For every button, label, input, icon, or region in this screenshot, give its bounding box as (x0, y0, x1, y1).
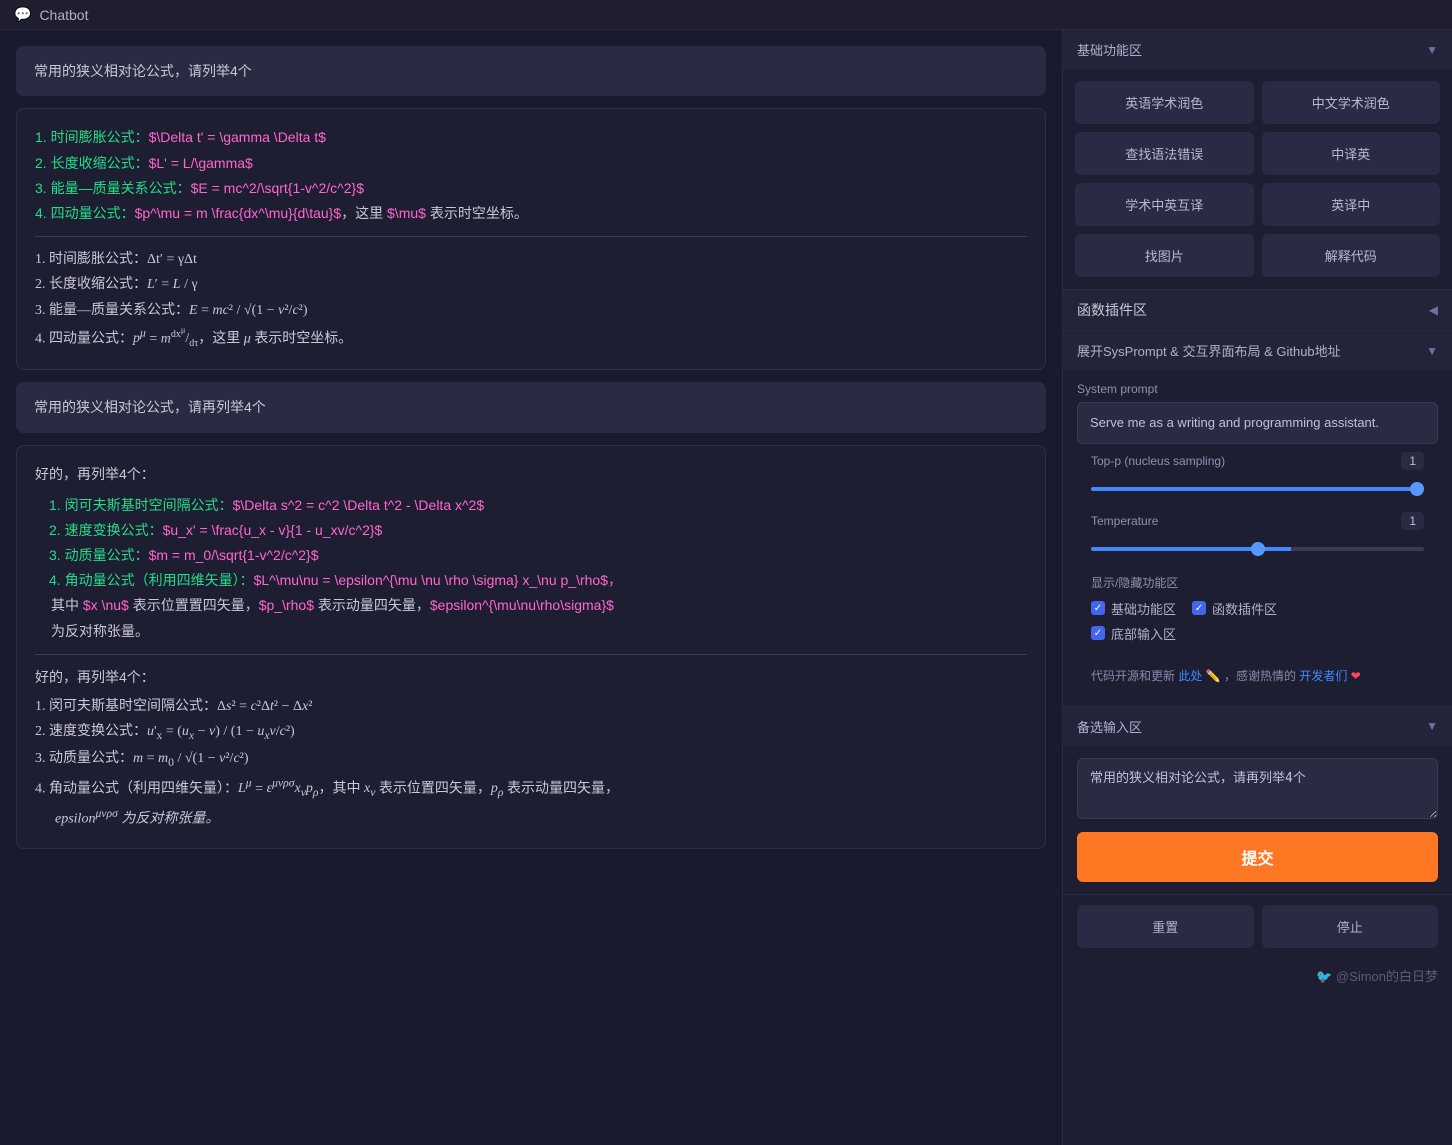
temperature-label: Temperature (1091, 514, 1158, 528)
temperature-slider[interactable] (1091, 547, 1424, 551)
top-p-value: 1 (1401, 452, 1424, 470)
basic-functions-arrow: ▼ (1426, 43, 1438, 57)
btn-en-to-cn[interactable]: 英译中 (1262, 183, 1441, 226)
basic-functions-title: 基础功能区 (1077, 40, 1142, 59)
btn-english-polish[interactable]: 英语学术润色 (1075, 81, 1254, 124)
sysprompt-section: 展开SysPrompt & 交互界面布局 & Github地址 ▼ System… (1063, 331, 1452, 707)
watermark: 🐦 @Simon的白日梦 (1063, 958, 1452, 993)
alt-input-textarea[interactable]: 常用的狭义相对论公式，请再列举4个 (1077, 758, 1438, 819)
alt-input-arrow: ▼ (1426, 719, 1438, 733)
visibility-label: 显示/隐藏功能区 (1091, 574, 1424, 591)
toggle-plugin[interactable]: ✓ 函数插件区 (1192, 599, 1277, 618)
btn-academic-translate[interactable]: 学术中英互译 (1075, 183, 1254, 226)
submit-button[interactable]: 提交 (1077, 832, 1438, 882)
toggle-basic[interactable]: ✓ 基础功能区 (1091, 599, 1176, 618)
main-layout: 常用的狭义相对论公式，请列举4个 1. 时间膨胀公式：$\Delta t' = … (0, 30, 1452, 1145)
footer-devs-link[interactable]: 开发者们 (1299, 669, 1347, 683)
checkbox-bottom-input[interactable]: ✓ (1091, 626, 1105, 640)
sysprompt-content: System prompt Serve me as a writing and … (1063, 370, 1452, 706)
plugin-arrow: ◀ (1429, 303, 1438, 317)
sysprompt-arrow: ▼ (1426, 344, 1438, 358)
sidebar: 基础功能区 ▼ 英语学术润色 中文学术润色 查找语法错误 中译英 学术中英互译 … (1062, 30, 1452, 1145)
sysprompt-header-title: 展开SysPrompt & 交互界面布局 & Github地址 (1077, 341, 1341, 360)
btn-cn-to-en[interactable]: 中译英 (1262, 132, 1441, 175)
plugin-functions-section: 函数插件区 ◀ (1063, 290, 1452, 331)
chatbot-icon: 💬 (14, 6, 31, 23)
footer-text1: 代码开源和更新 (1091, 669, 1175, 683)
stop-button[interactable]: 停止 (1262, 905, 1439, 948)
footer-text2: ，感谢热情的 (1224, 669, 1296, 683)
temperature-row: Temperature 1 (1077, 504, 1438, 534)
alt-input-title: 备选输入区 (1077, 717, 1142, 736)
top-p-label: Top-p (nucleus sampling) (1091, 454, 1225, 468)
alt-input-header[interactable]: 备选输入区 ▼ (1063, 707, 1452, 746)
plugin-functions-header[interactable]: 函数插件区 ◀ (1063, 290, 1452, 330)
reset-button[interactable]: 重置 (1077, 905, 1254, 948)
top-p-slider[interactable] (1091, 487, 1424, 491)
heart-icon: ❤ (1351, 669, 1361, 683)
basic-functions-section: 基础功能区 ▼ 英语学术润色 中文学术润色 查找语法错误 中译英 学术中英互译 … (1063, 30, 1452, 290)
assistant-message-1: 1. 时间膨胀公式：$\Delta t' = \gamma \Delta t$ … (16, 108, 1046, 370)
assistant-message-2: 好的，再列举4个： 1. 闵可夫斯基时空间隔公式：$\Delta s^2 = c… (16, 445, 1046, 850)
visibility-section: 显示/隐藏功能区 ✓ 基础功能区 ✓ 函数插件区 ✓ (1077, 564, 1438, 659)
top-bar: 💬 Chatbot (0, 0, 1452, 30)
basic-functions-header[interactable]: 基础功能区 ▼ (1063, 30, 1452, 69)
btn-explain-code[interactable]: 解释代码 (1262, 234, 1441, 277)
alt-input-content: 常用的狭义相对论公式，请再列举4个 提交 (1063, 746, 1452, 894)
btn-find-image[interactable]: 找图片 (1075, 234, 1254, 277)
btn-grammar-check[interactable]: 查找语法错误 (1075, 132, 1254, 175)
alt-input-section: 备选输入区 ▼ 常用的狭义相对论公式，请再列举4个 提交 (1063, 707, 1452, 895)
system-prompt-label: System prompt (1077, 382, 1438, 396)
top-p-row: Top-p (nucleus sampling) 1 (1077, 444, 1438, 474)
footer-link[interactable]: 此处 (1178, 669, 1202, 683)
btn-chinese-polish[interactable]: 中文学术润色 (1262, 81, 1441, 124)
user-message-2: 常用的狭义相对论公式，请再列举4个 (16, 382, 1046, 432)
toggle-bottom-input[interactable]: ✓ 底部输入区 (1091, 624, 1176, 643)
toggle-row-2: ✓ 底部输入区 (1091, 624, 1424, 643)
user-message-1: 常用的狭义相对论公式，请列举4个 (16, 46, 1046, 96)
temperature-value: 1 (1401, 512, 1424, 530)
checkbox-plugin[interactable]: ✓ (1192, 601, 1206, 615)
checkbox-basic[interactable]: ✓ (1091, 601, 1105, 615)
footer-pencil: ✏️ (1206, 669, 1221, 683)
system-prompt-value[interactable]: Serve me as a writing and programming as… (1077, 402, 1438, 444)
footer-links: 代码开源和更新 此处 ✏️ ，感谢热情的 开发者们 ❤ (1077, 659, 1438, 694)
temperature-slider-container (1077, 534, 1438, 564)
top-p-slider-container (1077, 474, 1438, 504)
basic-functions-grid: 英语学术润色 中文学术润色 查找语法错误 中译英 学术中英互译 英译中 找图片 … (1063, 69, 1452, 289)
app-title: Chatbot (39, 7, 88, 23)
sysprompt-header[interactable]: 展开SysPrompt & 交互界面布局 & Github地址 ▼ (1063, 331, 1452, 370)
toggle-row-1: ✓ 基础功能区 ✓ 函数插件区 (1091, 599, 1424, 618)
plugin-functions-title: 函数插件区 (1077, 300, 1147, 320)
bottom-buttons-row: 重置 停止 (1063, 895, 1452, 958)
chat-area[interactable]: 常用的狭义相对论公式，请列举4个 1. 时间膨胀公式：$\Delta t' = … (0, 30, 1062, 1145)
